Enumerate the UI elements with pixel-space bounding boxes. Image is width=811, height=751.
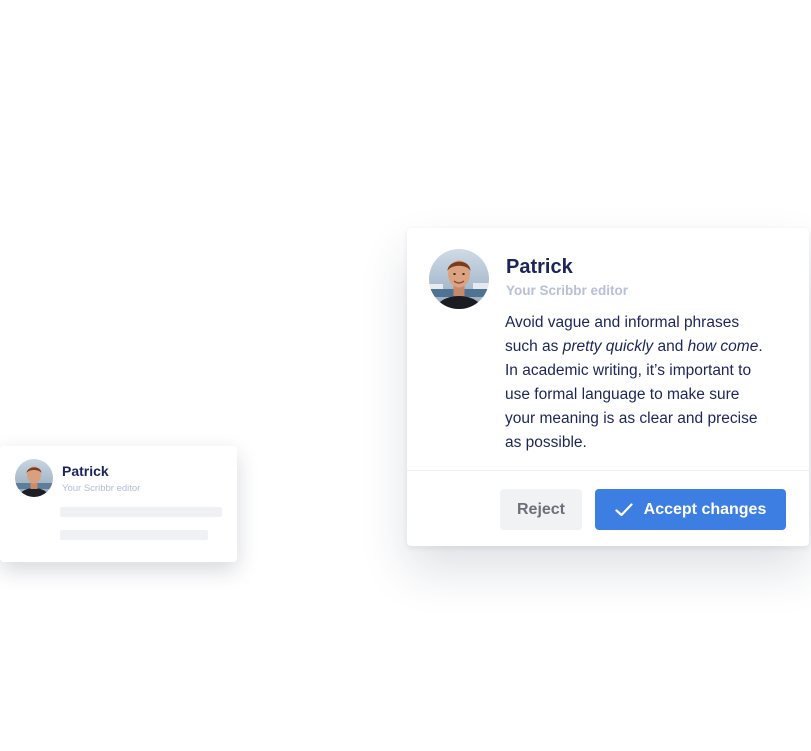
placeholder-line [60,507,222,517]
editor-avatar [429,249,489,309]
comment-text: such as [505,338,563,355]
check-icon [615,502,633,516]
comment-text: . [758,338,763,355]
feedback-comment: Avoid vague and informal phrases such as… [505,311,805,455]
card-divider [407,470,809,471]
flagged-phrase: how come [687,338,759,355]
stage: Patrick Your Scribbr editor Patrick Your… [0,0,811,751]
editor-name: Patrick [506,256,573,278]
comment-line: your meaning is as clear and precise [505,410,758,427]
mini-editor-name: Patrick [62,463,109,479]
flagged-phrase: pretty quickly [562,338,654,355]
accept-changes-button[interactable]: Accept changes [595,489,786,530]
comment-line: Avoid vague and informal phrases [505,314,740,331]
placeholder-line [60,530,208,540]
comment-text: and [653,338,688,355]
comment-line: as possible. [505,434,587,451]
comment-line: such as pretty quickly and how come. [505,335,805,359]
accept-button-label: Accept changes [643,500,767,518]
editor-role: Your Scribbr editor [506,283,629,298]
reject-button[interactable]: Reject [500,489,582,530]
reject-button-label: Reject [516,500,566,518]
mini-editor-role: Your Scribbr editor [62,483,141,494]
comment-line: use formal language to make sure [505,386,740,403]
comment-line: In academic writing, it’s important to [505,362,752,379]
editor-avatar-small [15,459,53,497]
